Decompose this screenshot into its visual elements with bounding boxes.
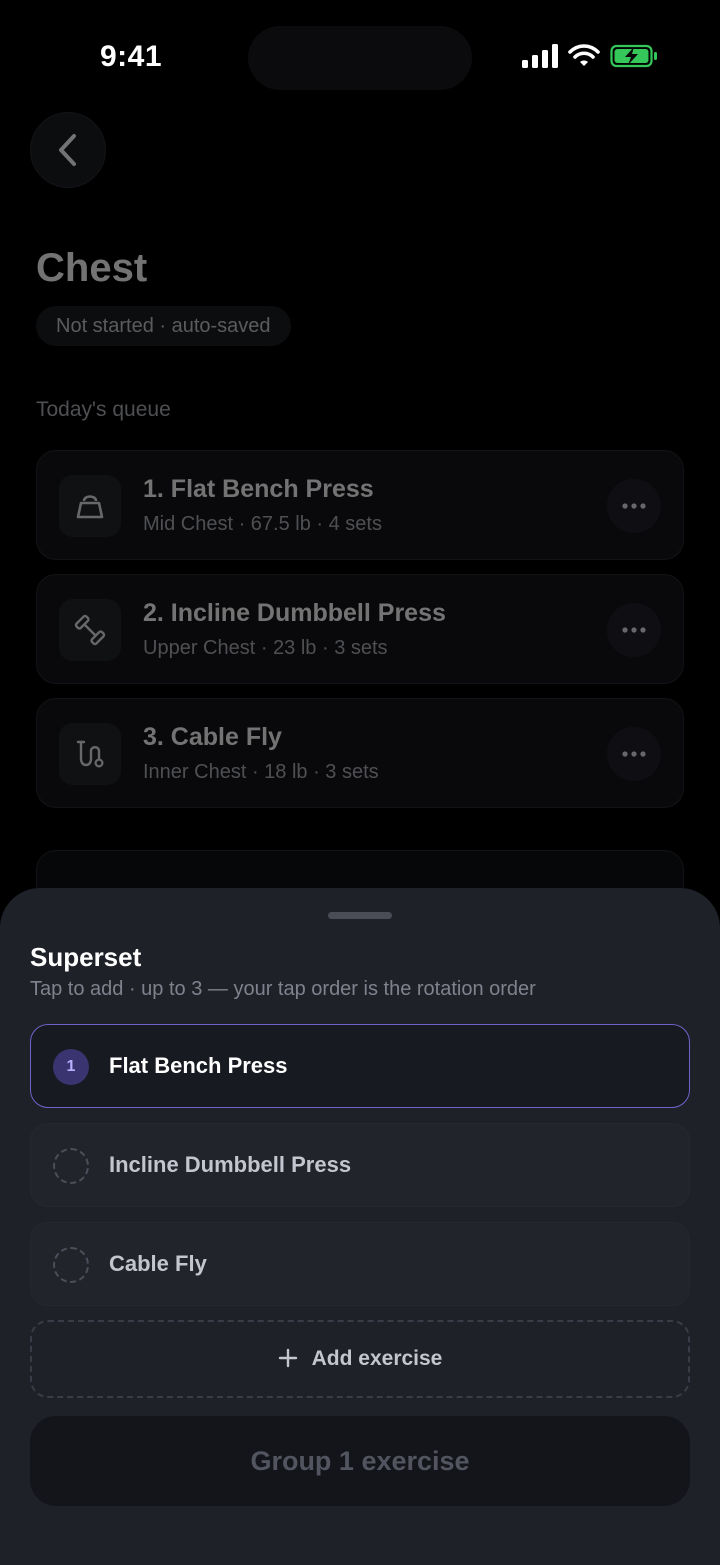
more-icon <box>622 751 646 757</box>
add-exercise-label: Add exercise <box>311 1347 443 1370</box>
more-icon <box>622 627 646 633</box>
more-options-button[interactable] <box>607 479 661 533</box>
signal-icon <box>522 44 558 68</box>
add-exercise-button[interactable]: Add exercise <box>30 1320 690 1398</box>
option-label: Incline Dumbbell Press <box>109 1152 352 1177</box>
superset-option-cable-fly[interactable]: Cable Fly <box>30 1222 690 1306</box>
order-badge: 1 <box>53 1049 89 1085</box>
more-options-button[interactable] <box>607 727 661 781</box>
superset-sheet: Superset Tap to add · up to 3 — your tap… <box>0 888 720 1565</box>
group-exercises-button[interactable]: Group 1 exercise <box>30 1416 690 1506</box>
status-time: 9:41 <box>100 40 163 73</box>
dumbbell-icon <box>59 599 121 661</box>
screen: Chest Not started · auto-saved Today's q… <box>0 0 720 1565</box>
empty-order-circle <box>53 1247 89 1283</box>
superset-option-flat-bench-press[interactable]: 1 Flat Bench Press <box>30 1024 690 1108</box>
plus-icon <box>278 1345 298 1373</box>
more-icon <box>622 503 646 509</box>
sheet-subtitle: Tap to add · up to 3 — your tap order is… <box>30 978 536 1000</box>
back-button[interactable] <box>30 112 106 188</box>
sheet-grabber[interactable] <box>328 912 392 919</box>
battery-charging-icon <box>610 44 657 68</box>
status-icons <box>522 44 658 68</box>
queue-item[interactable]: 3. Cable Fly Inner Chest · 18 lb · 3 set… <box>36 698 684 808</box>
status-bar: 9:41 <box>0 0 720 110</box>
queue-item-meta: Mid Chest · 67.5 lb · 4 sets <box>143 513 382 535</box>
option-label: Flat Bench Press <box>109 1053 288 1078</box>
queue-item-meta: Upper Chest · 23 lb · 3 sets <box>143 637 388 659</box>
queue-item-name: 2. Incline Dumbbell Press <box>143 599 446 627</box>
section-label: Today's queue <box>36 398 171 421</box>
queue-item-meta: Inner Chest · 18 lb · 3 sets <box>143 761 379 783</box>
empty-order-circle <box>53 1148 89 1184</box>
dynamic-island <box>248 26 472 90</box>
queue-item[interactable]: 2. Incline Dumbbell Press Upper Chest · … <box>36 574 684 684</box>
sheet-title: Superset <box>30 942 142 972</box>
wifi-icon <box>568 44 600 66</box>
cable-icon <box>59 723 121 785</box>
option-label: Cable Fly <box>109 1251 207 1276</box>
queue-item-name: 1. Flat Bench Press <box>143 475 374 503</box>
queue-item[interactable]: 1. Flat Bench Press Mid Chest · 67.5 lb … <box>36 450 684 560</box>
superset-option-incline-dumbbell-press[interactable]: Incline Dumbbell Press <box>30 1123 690 1207</box>
page-title: Chest <box>36 246 148 290</box>
status-badge: Not started · auto-saved <box>36 306 291 346</box>
more-options-button[interactable] <box>607 603 661 657</box>
queue-item-name: 3. Cable Fly <box>143 723 282 751</box>
chevron-left-icon <box>59 134 76 166</box>
kettlebell-icon <box>59 475 121 537</box>
